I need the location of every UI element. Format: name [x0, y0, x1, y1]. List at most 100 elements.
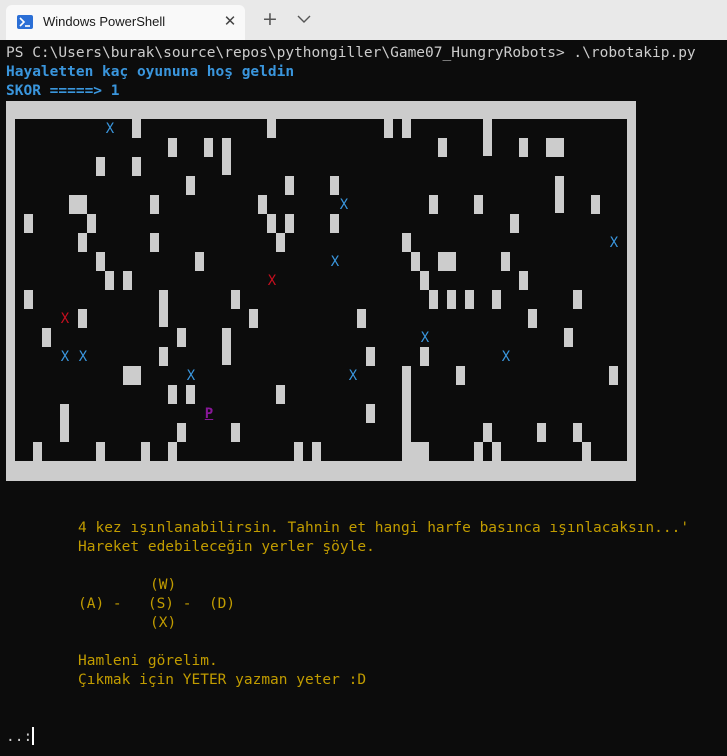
wall-block	[474, 195, 483, 214]
key-w: (W)	[150, 577, 177, 593]
powershell-icon	[17, 15, 33, 29]
board-border-top	[6, 101, 636, 119]
wall-block	[276, 233, 285, 252]
wall-block	[222, 138, 231, 175]
wall-block	[366, 404, 375, 423]
wall-block	[294, 442, 303, 461]
wall-block	[519, 138, 528, 157]
wall-block	[78, 233, 87, 252]
wall-block	[492, 442, 501, 461]
wall-block	[159, 290, 168, 327]
wall-block	[87, 214, 96, 233]
wall-block	[483, 423, 492, 442]
tab-windows-powershell[interactable]: Windows PowerShell ✕	[6, 5, 245, 40]
board-border-right	[627, 101, 636, 481]
wall-block	[249, 309, 258, 328]
wall-block	[267, 214, 276, 233]
terminal-area[interactable]: PS C:\Users\burak\source\repos\pythongil…	[0, 40, 727, 756]
wall-block	[573, 290, 582, 309]
wall-block	[402, 233, 411, 252]
wall-block	[123, 271, 132, 290]
player-marker: P	[204, 406, 214, 422]
wall-block	[24, 290, 33, 309]
wall-block	[168, 385, 177, 404]
wall-block	[411, 442, 429, 461]
wall-block	[258, 195, 267, 214]
wall-block	[231, 423, 240, 442]
wall-block	[150, 195, 159, 214]
wall-block	[285, 176, 294, 195]
text-cursor	[32, 727, 34, 745]
wall-block	[555, 176, 564, 213]
wall-block	[195, 252, 204, 271]
wall-block	[330, 176, 339, 195]
wall-block	[42, 328, 51, 347]
ghost-marker: X	[609, 235, 619, 251]
wall-block	[420, 347, 429, 366]
wall-block	[465, 290, 474, 309]
wall-block	[366, 347, 375, 366]
key-row: (A) - (S) - (D)	[78, 596, 236, 612]
wall-block	[132, 157, 141, 176]
game-board: XXXXXXXXXXXXP	[6, 101, 636, 481]
wall-block	[33, 442, 42, 461]
wall-block	[96, 157, 105, 176]
wall-block	[447, 290, 456, 309]
wall-block	[96, 442, 105, 461]
wall-block	[609, 366, 618, 385]
wall-block	[96, 252, 105, 271]
robot-marker: X	[267, 273, 277, 289]
wall-block	[429, 290, 438, 309]
wall-block	[582, 442, 591, 461]
wall-block	[24, 214, 33, 233]
close-icon[interactable]: ✕	[221, 12, 239, 30]
wall-block	[573, 423, 582, 442]
wall-block	[357, 309, 366, 328]
wall-block	[429, 195, 438, 214]
wall-block	[330, 214, 339, 233]
chevron-down-icon[interactable]	[294, 8, 314, 30]
wall-block	[159, 347, 168, 366]
wall-block	[312, 442, 321, 461]
wall-block	[501, 252, 510, 271]
wall-block	[438, 138, 447, 157]
new-tab-button[interactable]: +	[260, 8, 280, 30]
ghost-marker: X	[501, 349, 511, 365]
wall-block	[105, 271, 114, 290]
wall-block	[231, 290, 240, 309]
welcome-text: Hayaletten kaç oyununa hoş geldin	[6, 64, 295, 80]
wall-block	[456, 366, 465, 385]
wall-block	[591, 195, 600, 214]
wall-block	[141, 442, 150, 461]
wall-block	[177, 423, 186, 442]
wall-block	[384, 119, 393, 138]
wall-block	[150, 233, 159, 252]
board-border-left	[6, 101, 15, 481]
teleport-message: 4 kez ışınlanabilirsin. Tahnin et hangi …	[78, 520, 690, 536]
ghost-marker: X	[186, 368, 196, 384]
wall-block	[402, 119, 411, 138]
ghost-marker: X	[420, 330, 430, 346]
wall-block	[123, 366, 141, 385]
key-x: (X)	[150, 615, 177, 631]
wall-block	[483, 119, 492, 156]
wall-block	[564, 328, 573, 347]
lets-see-message: Hamleni görelim.	[78, 653, 218, 669]
wall-block	[60, 404, 69, 442]
wall-block	[438, 252, 456, 271]
tab-title: Windows PowerShell	[43, 14, 166, 29]
ghost-marker: X	[105, 121, 115, 137]
prompt-line: PS C:\Users\burak\source\repos\pythongil…	[6, 45, 696, 61]
wall-block	[132, 119, 141, 138]
wall-block	[204, 138, 213, 157]
wall-block	[186, 176, 195, 195]
wall-block	[420, 271, 429, 290]
wall-block	[276, 385, 285, 404]
wall-block	[267, 119, 276, 138]
ghost-marker: X	[348, 368, 358, 384]
score-text: SKOR =====> 1	[6, 83, 120, 99]
wall-block	[222, 328, 231, 365]
wall-block	[537, 423, 546, 442]
wall-block	[546, 138, 564, 157]
wall-block	[402, 366, 411, 461]
